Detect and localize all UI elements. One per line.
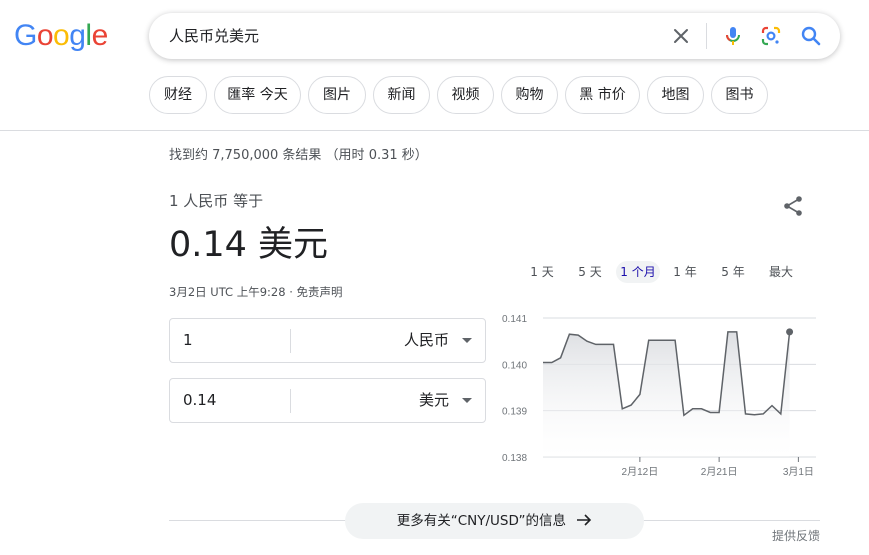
google-lens-icon[interactable]	[759, 24, 783, 48]
from-currency-select[interactable]: 人民币	[404, 319, 449, 362]
from-amount-converter: 1 人民币	[169, 318, 486, 363]
chip-images[interactable]: 图片	[308, 76, 366, 114]
logo-letter: g	[69, 19, 86, 52]
chart-y-tick-label: 0.138	[502, 453, 527, 464]
range-1-month[interactable]: 1 个月	[616, 261, 660, 283]
more-info-label: 更多有关“CNY/USD”的信息	[396, 513, 566, 529]
chip-exchange-rate-today[interactable]: 匯率 今天	[214, 76, 301, 114]
chevron-down-icon[interactable]	[462, 398, 472, 403]
converter-separator	[290, 389, 291, 413]
logo-letter: G	[14, 19, 37, 52]
logo-letter: e	[91, 19, 109, 52]
result-stats: 找到约 7,750,000 条结果 （用时 0.31 秒）	[169, 148, 428, 163]
from-amount-input[interactable]: 1	[183, 319, 193, 362]
range-1-year[interactable]: 1 年	[670, 261, 700, 283]
chart-y-tick-label: 0.140	[502, 360, 527, 371]
chart-x-tick-label: 2月12日	[622, 466, 659, 478]
exchange-rate-chart[interactable]: 0.141 0.140 0.139 0.138 2月12日 2月21日 3月1日	[498, 305, 828, 485]
chip-books[interactable]: 图书	[711, 76, 768, 114]
feedback-link[interactable]: 提供反馈	[772, 527, 820, 544]
google-logo[interactable]: Google	[14, 16, 108, 56]
chart-x-tick-label: 2月21日	[701, 466, 738, 478]
converter-separator	[290, 329, 291, 353]
logo-letter: o	[36, 19, 54, 52]
conversion-result: 0.14 美元	[169, 225, 329, 265]
search-input[interactable]: 人民币兑美元	[169, 13, 649, 59]
chart-y-tick-label: 0.141	[502, 314, 527, 325]
logo-letter: o	[53, 19, 70, 52]
share-icon[interactable]	[781, 194, 805, 218]
clear-icon[interactable]	[669, 24, 693, 48]
chart-last-point	[786, 328, 794, 336]
chip-videos[interactable]: 视频	[437, 76, 494, 114]
chart-area	[543, 331, 790, 457]
chart-x-tick-label: 3月1日	[783, 466, 814, 478]
range-max[interactable]: 最大	[764, 261, 798, 283]
more-info-button[interactable]: 更多有关“CNY/USD”的信息	[345, 503, 644, 539]
search-icon[interactable]	[799, 24, 823, 48]
range-5-day[interactable]: 5 天	[574, 261, 606, 283]
to-amount-input[interactable]: 0.14	[183, 379, 216, 422]
microphone-icon[interactable]	[721, 24, 745, 48]
chevron-down-icon[interactable]	[462, 338, 472, 343]
range-5-year[interactable]: 5 年	[718, 261, 748, 283]
conversion-timestamp: 3月2日 UTC 上午9:28 · 免责声明	[169, 285, 343, 299]
chip-maps[interactable]: 地图	[647, 76, 704, 114]
search-box[interactable]: 人民币兑美元	[149, 13, 840, 59]
conversion-from-description: 1 人民币 等于	[169, 192, 264, 210]
search-divider	[706, 23, 707, 49]
chip-shopping[interactable]: 购物	[501, 76, 558, 114]
chip-finance[interactable]: 财经	[149, 76, 207, 114]
to-amount-converter: 0.14 美元	[169, 378, 486, 423]
chip-black-market-price[interactable]: 黑 市价	[565, 76, 640, 114]
chart-y-tick-label: 0.139	[502, 407, 527, 418]
arrow-right-icon	[577, 514, 592, 526]
range-1-day[interactable]: 1 天	[527, 261, 557, 283]
to-currency-select[interactable]: 美元	[419, 379, 449, 422]
chip-news[interactable]: 新闻	[373, 76, 430, 114]
nav-divider	[0, 130, 869, 131]
